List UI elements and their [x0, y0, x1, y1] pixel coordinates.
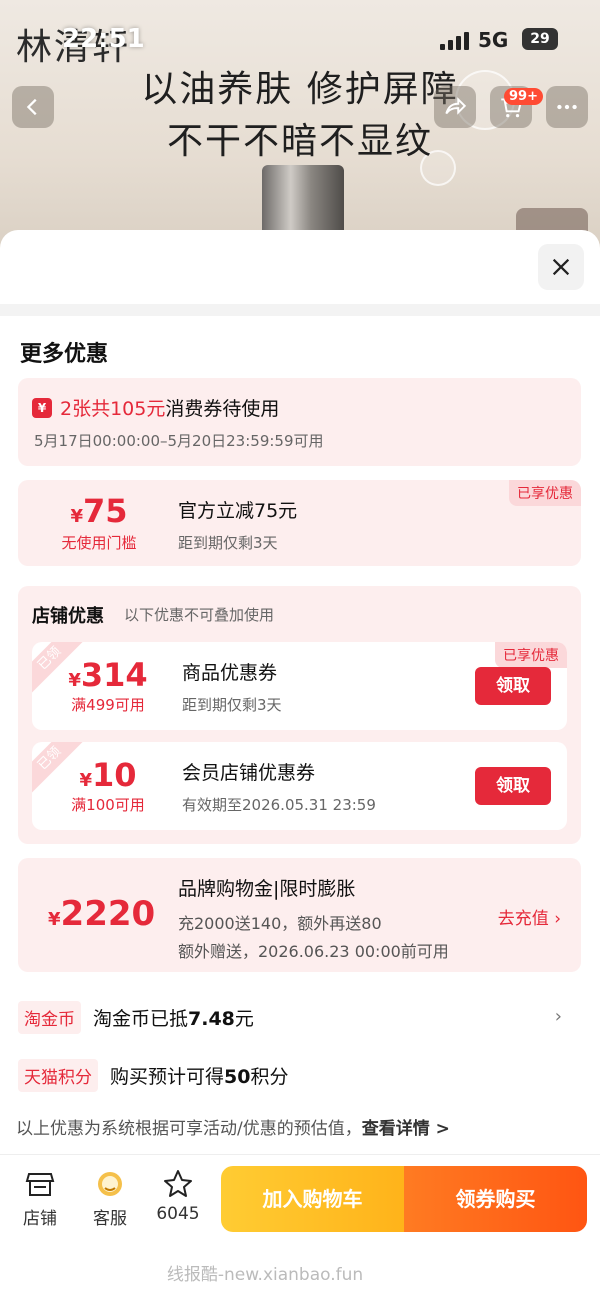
- product-banner: 林清轩 以油养肤 修护屏障 不干不暗不显纹 22:51 5G 29 99+: [0, 0, 600, 260]
- official-discount-card: ¥75 无使用门槛 官方立减75元 距到期仅剩3天 已享优惠: [18, 480, 581, 566]
- coupon-expiry: 有效期至2026.05.31 23:59: [182, 796, 376, 814]
- taojinbi-row[interactable]: 淘金币 淘金币已抵7.48元 ›: [18, 1000, 582, 1034]
- more-button[interactable]: [546, 86, 588, 128]
- taojinbi-pill: 淘金币: [18, 1000, 81, 1034]
- gold-amount: ¥2220: [48, 894, 156, 934]
- customer-service-tab[interactable]: 客服: [80, 1168, 140, 1229]
- voucher-card[interactable]: ¥ 2张共105元消费券待使用 5月17日00:00:00–5月20日23:59…: [18, 378, 581, 466]
- gold-title: 品牌购物金|限时膨胀: [178, 878, 356, 900]
- taojinbi-text: 淘金币已抵7.48元: [93, 1007, 254, 1030]
- share-button[interactable]: [434, 86, 476, 128]
- tmall-points-row: 天猫积分 购买预计可得50积分: [18, 1058, 582, 1092]
- network-label: 5G: [478, 28, 509, 52]
- shop-label: 店铺: [23, 1209, 57, 1229]
- sheet-title: 更多优惠: [20, 342, 109, 367]
- signal-icon: [440, 32, 469, 50]
- favorite-count: 6045: [156, 1204, 200, 1224]
- back-button[interactable]: [12, 86, 54, 128]
- favorite-tab[interactable]: 6045: [148, 1168, 208, 1224]
- discount-expiry: 距到期仅剩3天: [178, 534, 278, 552]
- shopping-gold-card[interactable]: ¥2220 品牌购物金|限时膨胀 充2000送140，额外再送80 额外赠送，2…: [18, 858, 581, 972]
- coupon-card: 已领 ¥10 满100可用 会员店铺优惠券 有效期至2026.05.31 23:…: [32, 742, 567, 830]
- more-dots-icon: [557, 104, 577, 110]
- star-icon: [164, 1170, 192, 1197]
- voucher-summary: 2张共105元消费券待使用: [60, 398, 280, 420]
- divider: [0, 304, 600, 316]
- close-button[interactable]: [538, 244, 584, 290]
- store-section-note: 以下优惠不可叠加使用: [124, 606, 275, 624]
- store-discount-section: 店铺优惠 以下优惠不可叠加使用 已领 ¥314 满499可用 商品优惠券 距到期…: [18, 586, 581, 844]
- coupon-title: 会员店铺优惠券: [182, 762, 316, 784]
- enjoyed-badge: 已享优惠: [509, 480, 581, 506]
- chevron-right-icon: ›: [554, 1006, 562, 1027]
- tmall-points-pill: 天猫积分: [18, 1058, 98, 1092]
- status-time: 22:51: [62, 24, 145, 54]
- battery-icon: 29: [522, 28, 558, 50]
- store-section-title: 店铺优惠: [32, 606, 104, 627]
- enjoyed-badge: 已享优惠: [495, 642, 567, 668]
- chevron-left-icon: [26, 98, 37, 116]
- watermark-text: 线报酷-new.xianbao.fun: [166, 1265, 364, 1285]
- disclaimer: 以上优惠为系统根据可享活动/优惠的预估值，查看详情 >: [16, 1119, 450, 1139]
- claim-and-buy-button[interactable]: 领券购买: [404, 1166, 587, 1232]
- claim-button[interactable]: 领取: [475, 767, 551, 805]
- coupon-expiry: 距到期仅剩3天: [182, 696, 282, 714]
- voucher-validity: 5月17日00:00:00–5月20日23:59:59可用: [34, 432, 324, 450]
- gold-offer-line: 充2000送140，额外再送80: [178, 914, 382, 933]
- coupon-amount: ¥10 满100可用: [71, 756, 145, 814]
- customer-service-label: 客服: [93, 1209, 127, 1229]
- chevron-right-icon: ›: [554, 909, 561, 929]
- shop-tab[interactable]: 店铺: [10, 1168, 70, 1229]
- share-icon: [445, 97, 467, 115]
- coupon-title: 商品优惠券: [182, 662, 278, 684]
- add-to-cart-button[interactable]: 加入购物车: [221, 1166, 404, 1232]
- discount-amount: ¥75 无使用门槛: [61, 492, 137, 552]
- discount-title: 官方立减75元: [178, 500, 298, 522]
- coupon-amount: ¥314 满499可用: [68, 656, 148, 714]
- customer-service-icon: [98, 1172, 122, 1196]
- gold-validity-line: 额外赠送，2026.06.23 00:00前可用: [178, 942, 449, 961]
- ticket-icon: ¥: [32, 398, 52, 418]
- discount-sheet: 更多优惠 ¥ 2张共105元消费券待使用 5月17日00:00:00–5月20日…: [0, 230, 600, 1298]
- tmall-points-text: 购买预计可得50积分: [110, 1065, 289, 1088]
- claim-button[interactable]: 领取: [475, 667, 551, 705]
- recharge-link[interactable]: 去充值 ›: [498, 904, 561, 929]
- close-icon: [552, 258, 570, 276]
- coupon-card: 已领 ¥314 满499可用 商品优惠券 距到期仅剩3天 已享优惠 领取: [32, 642, 567, 730]
- store-icon: [25, 1173, 55, 1196]
- divider: [0, 1154, 600, 1155]
- view-details-link[interactable]: 查看详情 >: [362, 1119, 450, 1139]
- cart-count-badge: 99+: [504, 88, 543, 105]
